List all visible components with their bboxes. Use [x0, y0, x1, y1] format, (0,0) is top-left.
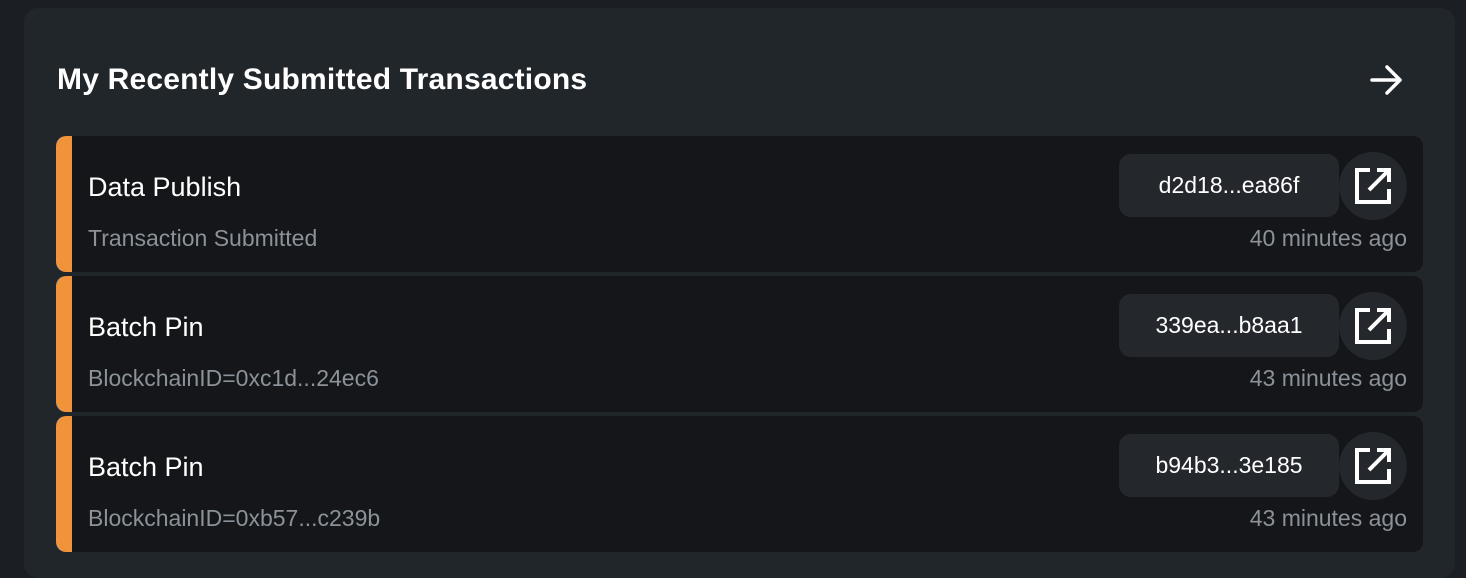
open-transaction-button[interactable] — [1339, 292, 1407, 360]
transaction-subtitle: Transaction Submitted — [88, 225, 318, 251]
transaction-hash-chip[interactable]: d2d18...ea86f — [1119, 154, 1339, 217]
open-external-icon — [1355, 168, 1391, 204]
transaction-hash-chip[interactable]: 339ea...b8aa1 — [1119, 294, 1339, 357]
open-external-icon — [1355, 308, 1391, 344]
open-transaction-button[interactable] — [1339, 152, 1407, 220]
open-transaction-button[interactable] — [1339, 432, 1407, 500]
recent-transactions-panel: My Recently Submitted Transactions Data … — [24, 8, 1455, 578]
transaction-time: 43 minutes ago — [1249, 505, 1407, 531]
transaction-time: 40 minutes ago — [1249, 225, 1407, 251]
transaction-item[interactable]: Batch Pin BlockchainID=0xb57...c239b b94… — [56, 416, 1423, 552]
status-accent-bar — [56, 416, 72, 552]
transaction-list: Data Publish Transaction Submitted d2d18… — [56, 136, 1423, 556]
transaction-subtitle: BlockchainID=0xb57...c239b — [88, 505, 381, 531]
transaction-hash-chip[interactable]: b94b3...3e185 — [1119, 434, 1339, 497]
panel-header: My Recently Submitted Transactions — [57, 60, 1407, 100]
transaction-time: 43 minutes ago — [1249, 365, 1407, 391]
open-external-icon — [1355, 448, 1391, 484]
transaction-item[interactable]: Batch Pin BlockchainID=0xc1d...24ec6 339… — [56, 276, 1423, 412]
status-accent-bar — [56, 276, 72, 412]
transaction-name: Data Publish — [88, 172, 242, 202]
transaction-name: Batch Pin — [88, 312, 204, 342]
transaction-name: Batch Pin — [88, 452, 204, 482]
transaction-item[interactable]: Data Publish Transaction Submitted d2d18… — [56, 136, 1423, 272]
transaction-subtitle: BlockchainID=0xc1d...24ec6 — [88, 365, 379, 391]
status-accent-bar — [56, 136, 72, 272]
view-all-button[interactable] — [1367, 60, 1407, 100]
panel-title: My Recently Submitted Transactions — [57, 63, 588, 96]
arrow-right-icon — [1370, 65, 1402, 95]
